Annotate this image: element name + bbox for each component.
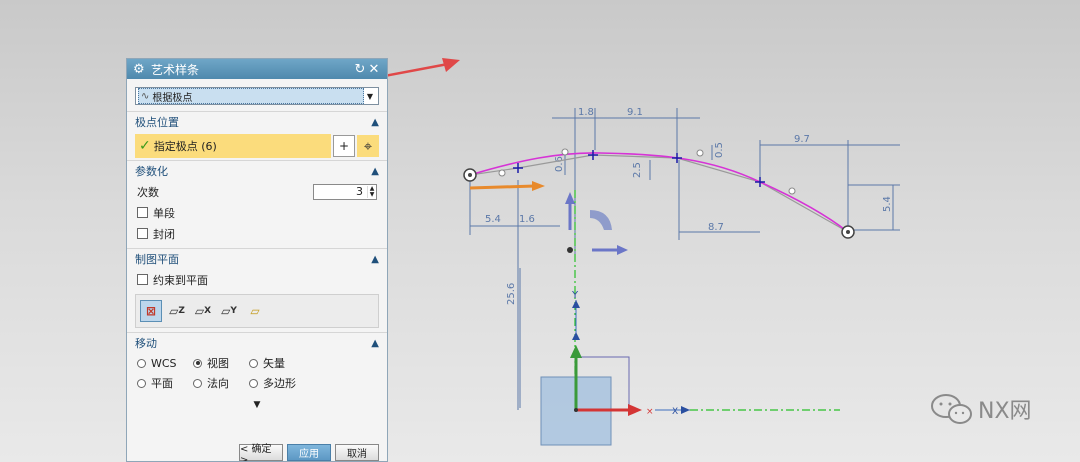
spline-type-icon: ∿ <box>141 90 150 102</box>
curve-points <box>498 148 796 195</box>
x-drag-handle <box>469 184 536 190</box>
move-wcs-label: WCS <box>151 356 177 370</box>
dimension-lines <box>469 108 900 410</box>
single-segment-label: 单段 <box>153 206 175 220</box>
ok-button[interactable]: < 确定 > <box>239 444 283 461</box>
dim-25-6: 25.6 <box>506 283 517 305</box>
degree-label: 次数 <box>137 185 159 199</box>
apply-button[interactable]: 应用 <box>287 444 331 461</box>
move-view-label: 视图 <box>207 357 229 370</box>
move-vector-label: 矢量 <box>263 357 285 370</box>
dim-9-7: 9.7 <box>794 134 810 145</box>
spinner-arrows-icon[interactable]: ▲ ▼ <box>367 185 376 198</box>
move-polygon-label: 多边形 <box>263 377 296 390</box>
dialog-title: 艺术样条 <box>151 62 200 77</box>
specify-pole-selector[interactable]: ✓ 指定极点 (6) <box>135 134 331 158</box>
degree-spinner[interactable]: 3 ▲ ▼ <box>313 183 377 200</box>
cancel-button[interactable]: 取消 <box>335 444 379 461</box>
add-point-icon[interactable]: + <box>333 135 355 157</box>
rotate-handle <box>590 210 612 230</box>
callout-arrow-head <box>442 58 460 72</box>
parameterization-section: 参数化 ▲ 次数 3 ▲ ▼ 单段 封闭 <box>127 161 387 249</box>
closed-label: 封闭 <box>153 227 175 241</box>
move-plane-radio[interactable] <box>137 378 146 388</box>
custom-plane-icon[interactable]: ▱ <box>244 300 266 322</box>
type-section: ∿ 根据极点 ▼ <box>127 79 387 112</box>
zc-plane-icon[interactable]: ▱ Z <box>166 300 188 322</box>
move-section: 移动 ▲ WCS 视图 矢量 平面 法向 多边形 ▼ <box>127 333 387 411</box>
watermark: NX网 <box>930 392 1032 426</box>
move-normal-radio[interactable] <box>193 378 202 388</box>
move-normal-label: 法向 <box>207 377 229 390</box>
svg-text:X: X <box>672 407 678 417</box>
svg-text:×: × <box>646 407 654 417</box>
collapse-icon[interactable]: ▲ <box>371 166 379 177</box>
move-section-title: 移动 <box>135 337 157 350</box>
dim-1-6: 1.6 <box>519 214 535 225</box>
dim-5-4-right: 5.4 <box>882 196 893 212</box>
dialog-footer: < 确定 > 应用 取消 <box>127 441 387 461</box>
wcs-y-label: Y <box>571 290 579 301</box>
collapse-icon[interactable]: ▲ <box>371 338 379 349</box>
dim-1-8: 1.8 <box>578 107 594 118</box>
constrain-to-plane-label: 约束到平面 <box>153 273 208 287</box>
plane-toolbar: ⊠ ▱ Z ▱ X ▱ Y ▱ <box>135 294 379 328</box>
param-section-header[interactable]: 参数化 ▲ <box>127 161 387 181</box>
wechat-icon <box>931 394 972 424</box>
type-select[interactable]: ∿ 根据极点 ▼ <box>135 87 379 105</box>
auto-plane-icon[interactable]: ⊠ <box>140 300 162 322</box>
expand-more-icon[interactable]: ▼ <box>127 399 387 411</box>
move-vector-radio[interactable] <box>249 358 258 368</box>
chevron-down-icon[interactable]: ▼ <box>364 92 376 101</box>
collapse-icon[interactable]: ▲ <box>371 117 379 128</box>
reset-icon[interactable]: ↻ <box>353 62 367 77</box>
gear-icon[interactable]: ⚙ <box>133 62 147 77</box>
dialog-titlebar[interactable]: ⚙ 艺术样条 ↻ ✕ <box>127 59 387 79</box>
constrain-to-plane-checkbox[interactable] <box>137 274 148 285</box>
yc-plane-icon[interactable]: ▱ Y <box>218 300 240 322</box>
pole-location-section: 极点位置 ▲ ✓ 指定极点 (6) + ⌖ <box>127 112 387 161</box>
studio-spline-dialog: ⚙ 艺术样条 ↻ ✕ ∿ 根据极点 ▼ 极点位置 ▲ ✓ 指定极点 (6) + … <box>126 58 388 462</box>
dim-0-5: 0.5 <box>714 142 725 158</box>
xc-plane-icon[interactable]: ▱ X <box>192 300 214 322</box>
watermark-text: NX网 <box>978 399 1032 424</box>
degree-value: 3 <box>356 185 363 198</box>
move-view-radio[interactable] <box>193 358 202 368</box>
dim-2-5: 2.5 <box>632 162 643 178</box>
specify-pole-label: 指定极点 (6) <box>153 140 217 153</box>
move-wcs-radio[interactable] <box>137 358 146 368</box>
plane-section-title: 制图平面 <box>135 253 179 266</box>
dim-9-1: 9.1 <box>627 107 643 118</box>
close-icon[interactable]: ✕ <box>367 62 381 77</box>
collapse-icon[interactable]: ▲ <box>371 254 379 265</box>
move-plane-label: 平面 <box>151 377 173 390</box>
single-segment-checkbox[interactable] <box>137 207 148 218</box>
move-polygon-radio[interactable] <box>249 378 258 388</box>
dim-8-7: 8.7 <box>708 222 724 233</box>
dim-0-6: 0.6 <box>554 156 565 172</box>
pole-section-header[interactable]: 极点位置 ▲ <box>127 112 387 132</box>
closed-checkbox[interactable] <box>137 228 148 239</box>
dim-5-4-left: 5.4 <box>485 214 501 225</box>
param-section-title: 参数化 <box>135 165 168 178</box>
type-select-value: 根据极点 <box>152 92 193 104</box>
move-section-header[interactable]: 移动 ▲ <box>127 333 387 353</box>
point-dialog-icon[interactable]: ⌖ <box>357 135 379 157</box>
drawing-plane-section: 制图平面 ▲ 约束到平面 ⊠ ▱ Z ▱ X ▱ Y ▱ <box>127 249 387 333</box>
checkmark-icon: ✓ <box>139 138 151 154</box>
plane-section-header[interactable]: 制图平面 ▲ <box>127 249 387 269</box>
pole-section-title: 极点位置 <box>135 116 179 129</box>
